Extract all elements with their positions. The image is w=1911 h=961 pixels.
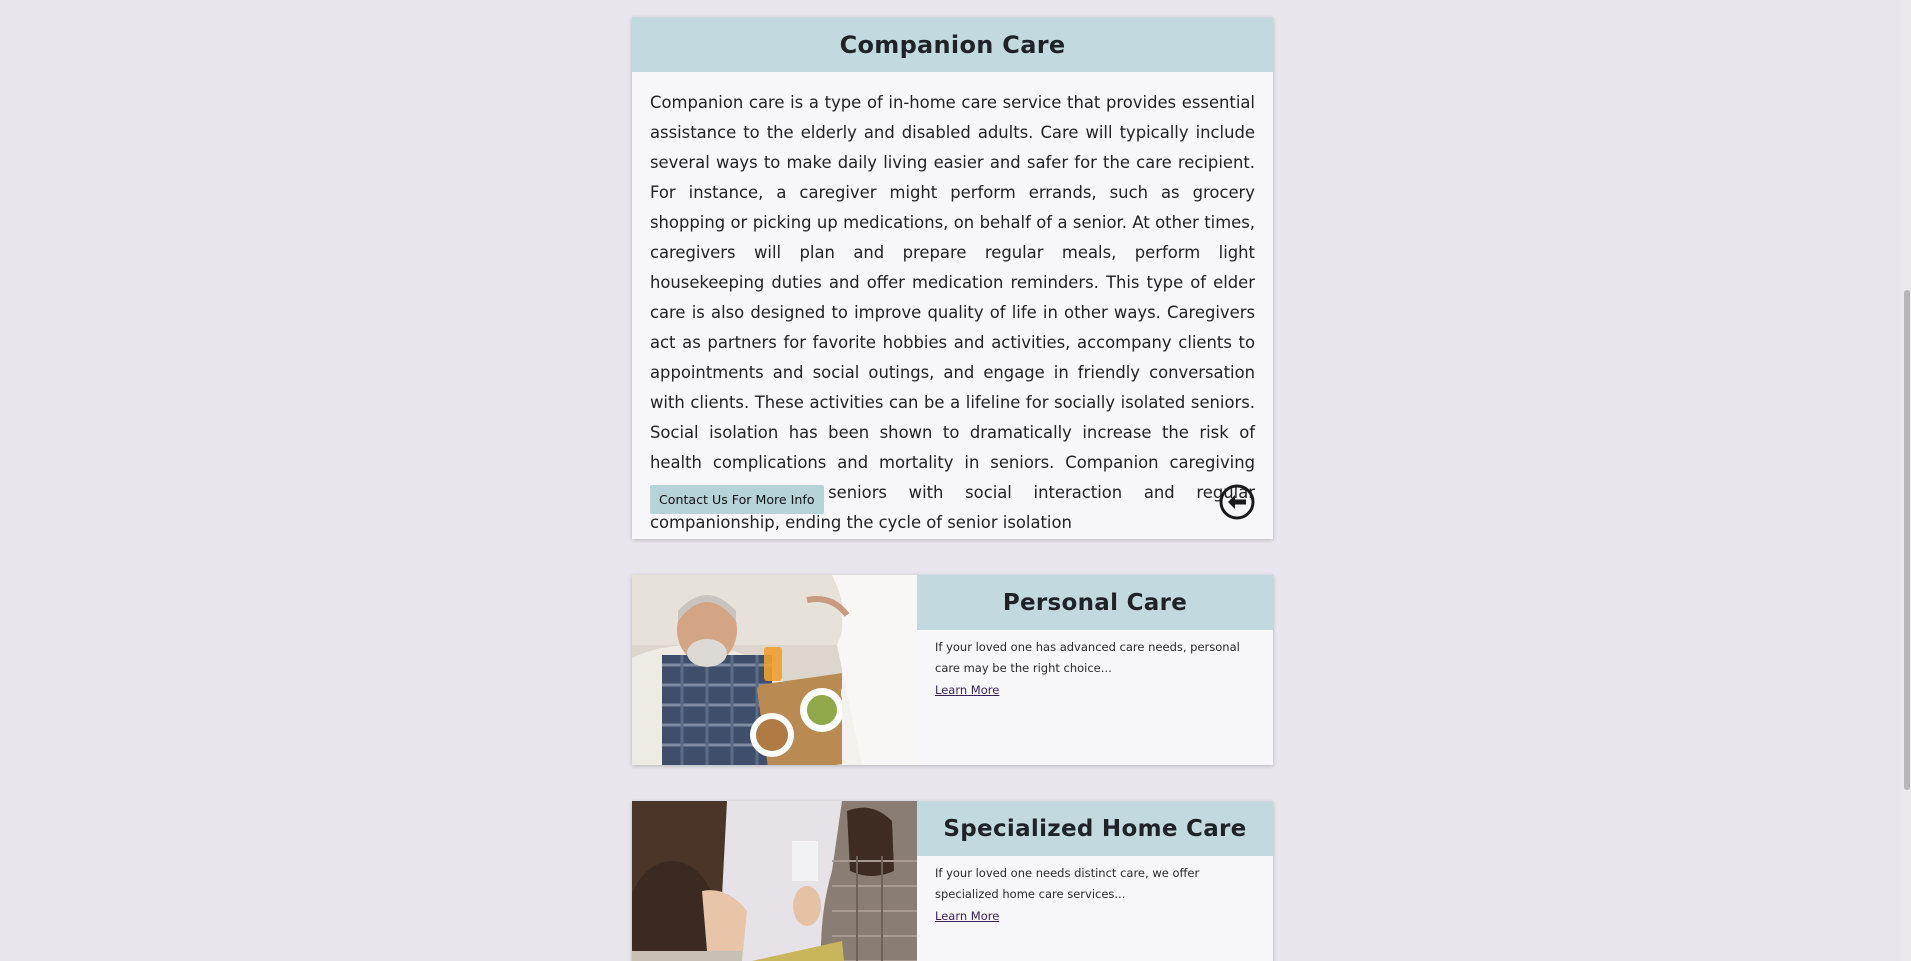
specialized-home-care-learn-more-link[interactable]: Learn More	[935, 909, 999, 923]
personal-care-image	[632, 575, 917, 765]
companion-care-header: Companion Care	[632, 17, 1273, 72]
page: Companion Care Companion care is a type …	[0, 0, 1911, 961]
companion-care-body: Companion care is a type of in-home care…	[632, 72, 1273, 538]
companion-care-title: Companion Care	[839, 30, 1066, 59]
specialized-home-care-body: If your loved one needs distinct care, w…	[917, 856, 1273, 924]
companion-care-description: Companion care is a type of in-home care…	[650, 93, 1255, 532]
personal-care-title: Personal Care	[1002, 589, 1188, 616]
specialized-home-care-text: If your loved one needs distinct care, w…	[935, 866, 1200, 901]
personal-care-card: Personal Care If your loved one has adva…	[632, 575, 1273, 765]
companion-care-card: Companion Care Companion care is a type …	[632, 17, 1273, 539]
specialized-home-care-card: Specialized Home Care If your loved one …	[632, 801, 1273, 961]
specialized-home-care-image	[632, 801, 917, 961]
personal-care-learn-more-link[interactable]: Learn More	[935, 683, 999, 697]
specialized-home-care-content: Specialized Home Care If your loved one …	[917, 801, 1273, 961]
specialized-home-care-title: Specialized Home Care	[943, 815, 1247, 842]
personal-care-text: If your loved one has advanced care need…	[935, 640, 1240, 675]
personal-care-header: Personal Care	[917, 575, 1273, 630]
back-button[interactable]	[1219, 484, 1255, 520]
arrow-left-circle-icon	[1219, 484, 1255, 520]
scrollbar-thumb[interactable]	[1904, 290, 1910, 790]
scrollbar[interactable]	[1901, 0, 1911, 961]
personal-care-body: If your loved one has advanced care need…	[917, 630, 1273, 698]
contact-us-button[interactable]: Contact Us For More Info	[650, 485, 824, 514]
personal-care-content: Personal Care If your loved one has adva…	[917, 575, 1273, 765]
companion-care-footer: Contact Us For More Info	[650, 484, 1255, 521]
specialized-home-care-header: Specialized Home Care	[917, 801, 1273, 856]
